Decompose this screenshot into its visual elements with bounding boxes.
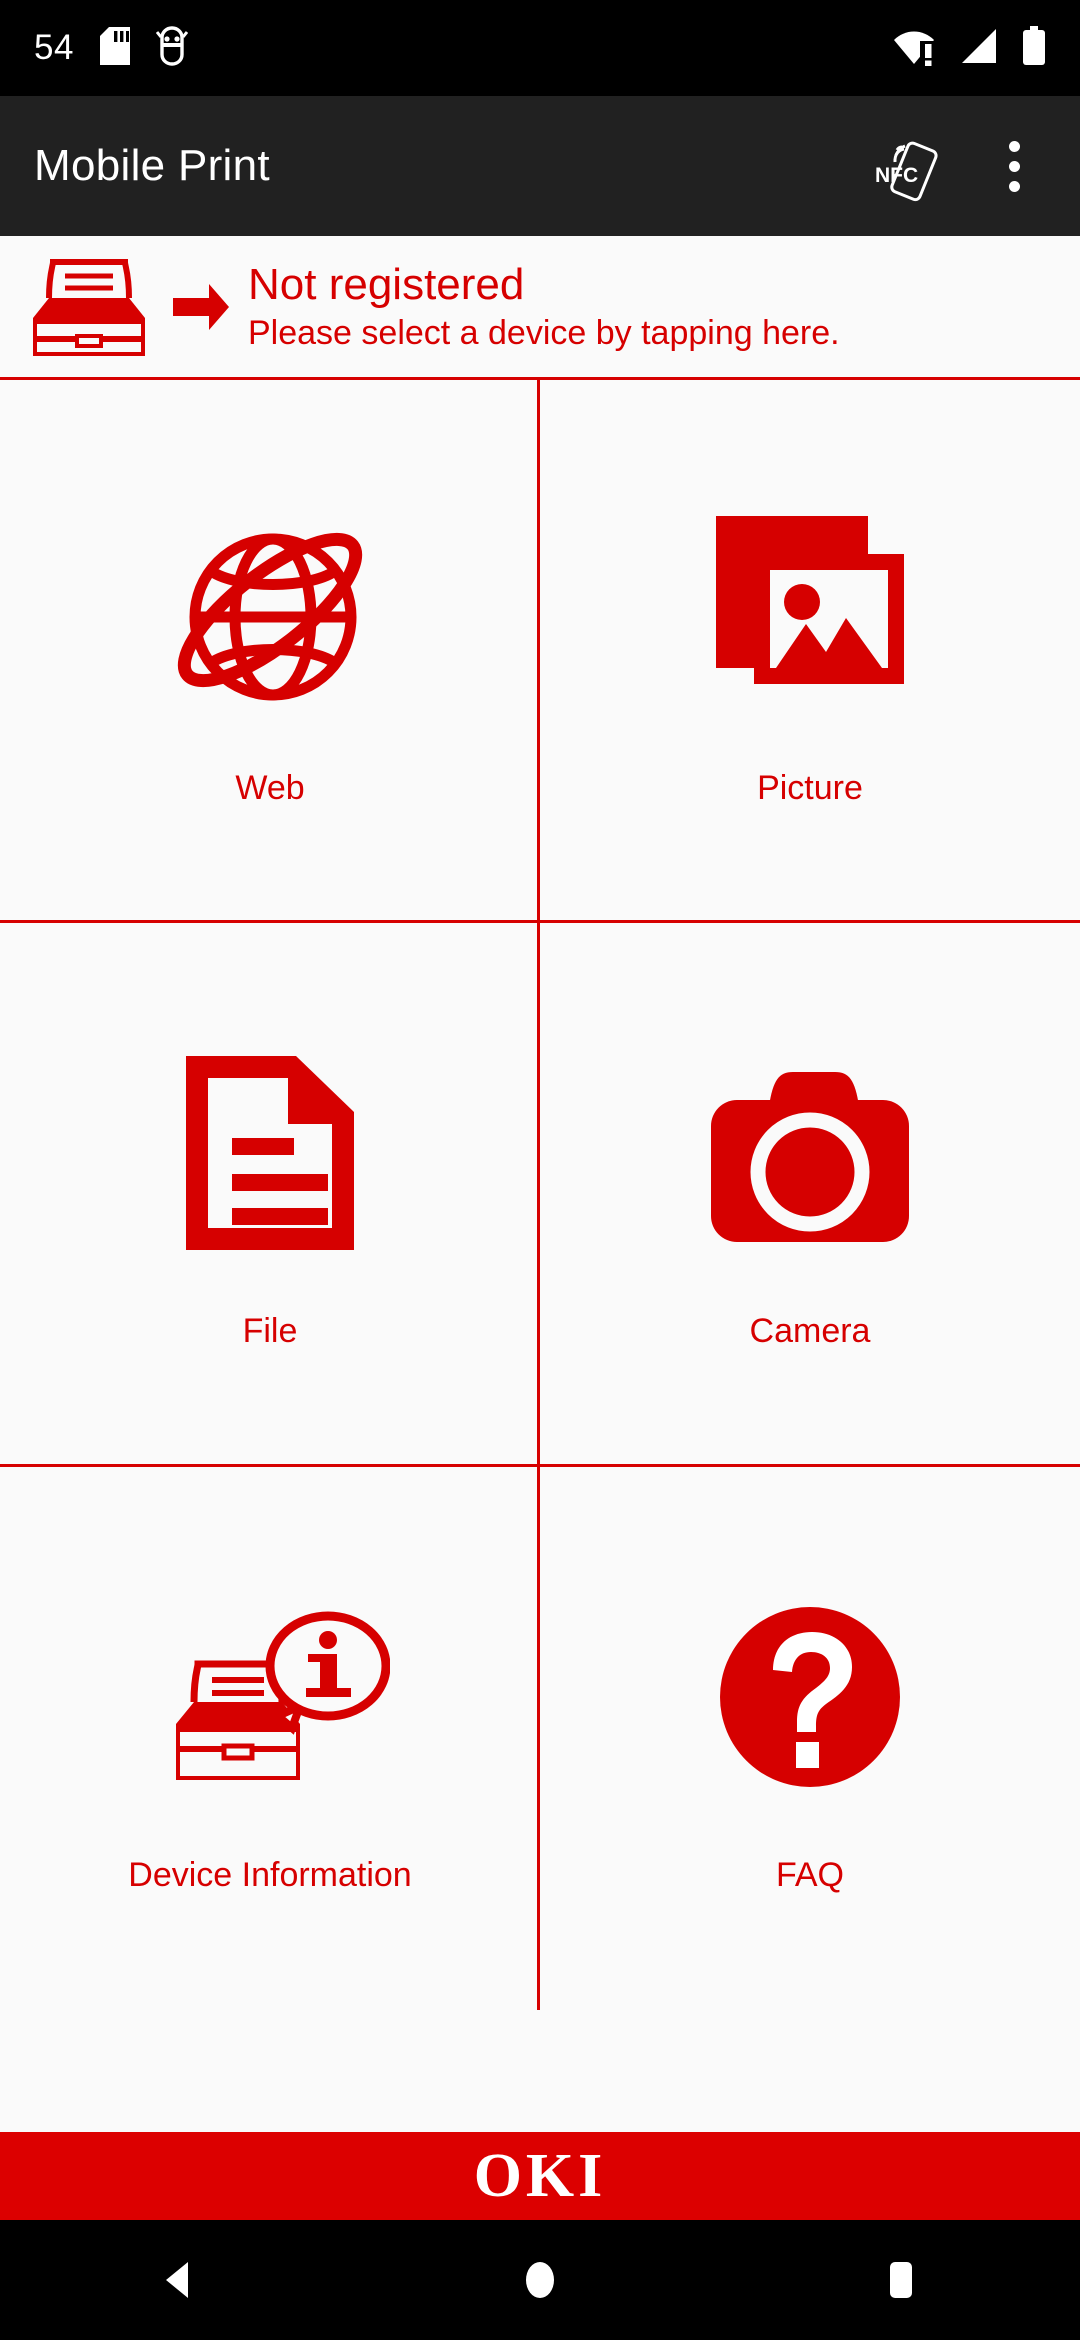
tile-web[interactable]: Web: [0, 380, 540, 924]
wifi-no-internet-icon: [892, 26, 938, 71]
device-status-title: Not registered: [248, 260, 525, 310]
printer-info-icon: [150, 1582, 390, 1812]
tile-label: Picture: [757, 769, 863, 808]
tile-label: Web: [235, 769, 305, 808]
tile-camera[interactable]: Camera: [540, 923, 1080, 1467]
printer-icon: [14, 252, 164, 362]
status-bar: 54: [0, 0, 1080, 96]
overflow-menu-icon[interactable]: [982, 123, 1046, 209]
device-status-subtitle: Please select a device by tapping here.: [248, 313, 840, 352]
globe-icon: [165, 495, 375, 725]
status-bar-right: [892, 25, 1046, 71]
tile-file[interactable]: File: [0, 923, 540, 1467]
usb-debugging-icon: [155, 25, 189, 71]
tile-faq[interactable]: FAQ: [540, 1466, 1080, 2010]
nfc-icon[interactable]: NFC: [862, 123, 948, 209]
app-bar-actions: NFC: [862, 123, 1046, 209]
home-button[interactable]: [455, 2220, 625, 2340]
document-icon: [180, 1038, 360, 1268]
svg-text:NFC: NFC: [875, 164, 918, 187]
device-status-banner[interactable]: Not registered Please select a device by…: [0, 236, 1080, 380]
oki-brand-bar: OKI: [0, 2132, 1080, 2220]
back-button[interactable]: [95, 2220, 265, 2340]
device-status-text: Not registered Please select a device by…: [236, 261, 840, 351]
question-mark-icon: [715, 1582, 905, 1812]
system-navigation-bar: [0, 2220, 1080, 2340]
page-title: Mobile Print: [34, 141, 270, 190]
tile-picture[interactable]: Picture: [540, 380, 1080, 924]
app-bar: Mobile Print NFC: [0, 96, 1080, 236]
cellular-signal-icon: [960, 27, 1000, 70]
battery-full-icon: [1022, 25, 1046, 71]
arrow-right-icon: [164, 274, 236, 340]
app-screen: 54 Mobile Print NFC Not registered Pleas…: [0, 0, 1080, 2340]
status-bar-left: 54: [34, 25, 189, 71]
camera-icon: [707, 1038, 913, 1268]
tile-label: Camera: [749, 1312, 871, 1351]
status-clock: 54: [34, 28, 74, 67]
tile-label: FAQ: [775, 1855, 845, 1894]
recents-button[interactable]: [815, 2220, 985, 2340]
function-grid: Web Picture File Camera Device Informati…: [0, 380, 1080, 2011]
tile-label: File: [242, 1312, 298, 1351]
tile-label: Device Information: [128, 1855, 412, 1894]
picture-icon: [710, 495, 910, 725]
tile-device-information[interactable]: Device Information: [0, 1466, 540, 2011]
sd-card-icon: [99, 26, 130, 70]
oki-logo: OKI: [473, 2141, 607, 2210]
